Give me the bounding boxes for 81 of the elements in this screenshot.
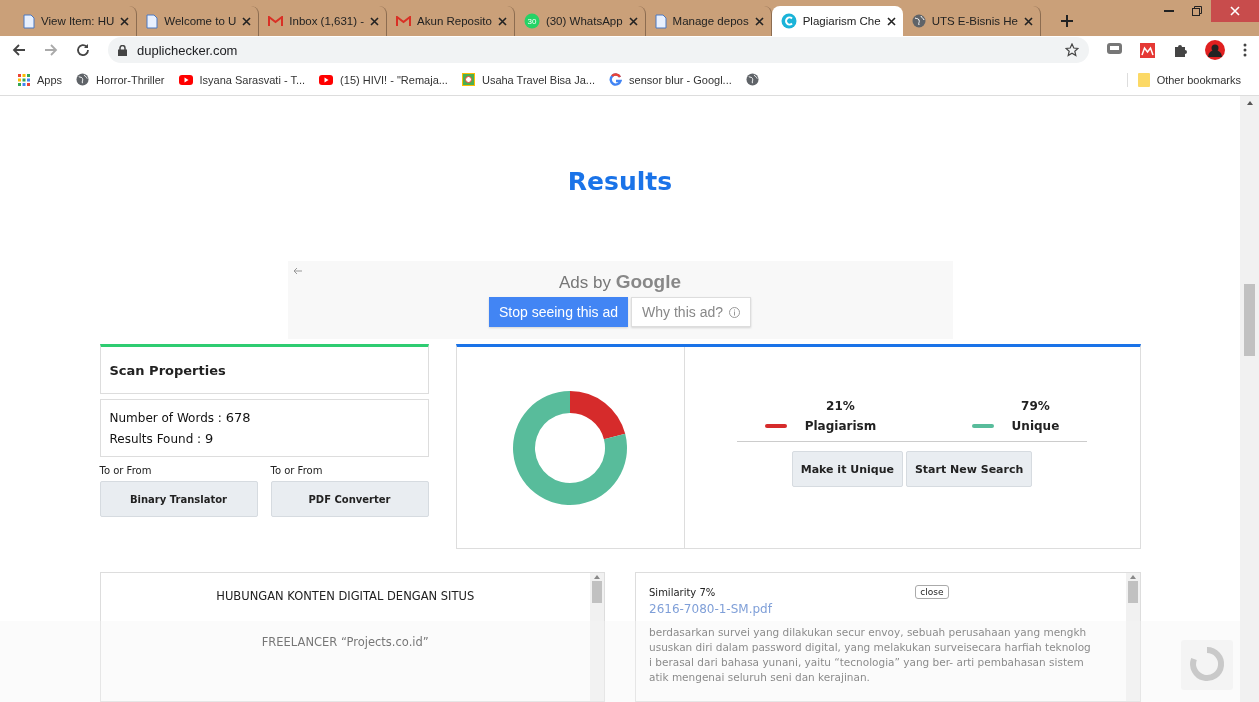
globe-icon xyxy=(745,73,759,86)
scroll-thumb[interactable] xyxy=(1127,581,1138,603)
action-button[interactable]: Start New Search xyxy=(905,451,1033,487)
action-button[interactable]: Make it Unique xyxy=(791,451,903,487)
close-icon[interactable] xyxy=(242,16,252,26)
globe-icon xyxy=(76,73,90,86)
stat-line: Number of Words : 678 xyxy=(109,410,252,425)
url-text: duplichecker.com xyxy=(137,42,239,58)
close-icon[interactable] xyxy=(628,16,638,26)
stop-ad-button[interactable]: Stop seeing this ad xyxy=(489,297,629,328)
multicolor-ring-icon xyxy=(609,73,623,86)
bookmark-link[interactable]: sensor blur - Googl... xyxy=(629,73,732,86)
play-button-icon xyxy=(319,74,334,85)
excerpt-line: i berasal dari bahasa yunani, yaitu “tecnologia” yang ber- arti pembahasan sistem xyxy=(649,655,1085,670)
excerpt-line: atik mengenai seluruh seni dan kerajinan. xyxy=(649,670,871,685)
globe-icon xyxy=(911,14,926,28)
puzzle-piece-icon[interactable] xyxy=(1173,43,1187,57)
mail-icon xyxy=(396,15,412,27)
star-icon[interactable] xyxy=(1065,43,1079,57)
avatar-icon[interactable] xyxy=(1205,40,1225,60)
plus-icon[interactable] xyxy=(1060,15,1073,27)
close-icon[interactable] xyxy=(1023,16,1033,26)
tool-button[interactable]: Binary Translator xyxy=(99,481,258,517)
percent-value: 79% xyxy=(1020,399,1051,413)
back-arrow-icon[interactable] xyxy=(12,43,26,57)
page-scrollbar[interactable] xyxy=(1240,96,1259,702)
bookmark-folder[interactable]: Other bookmarks xyxy=(1156,73,1241,86)
document-icon xyxy=(146,13,159,29)
scroll-thumb[interactable] xyxy=(1244,284,1255,356)
legend-label: Unique xyxy=(1011,419,1060,433)
scroll-up-icon[interactable] xyxy=(1245,100,1254,106)
similarity-label: Similarity 7% xyxy=(649,586,716,598)
close-icon[interactable] xyxy=(370,16,380,26)
browser-tab[interactable]: Plagiarism Che xyxy=(771,6,903,36)
close-button[interactable]: close xyxy=(915,585,949,599)
close-icon[interactable] xyxy=(497,16,507,26)
close-icon[interactable] xyxy=(886,16,896,26)
excerpt-line: ususkan diri dalam password digital, yang melakukan surveisecara harfiah teknolog xyxy=(649,640,1092,655)
tool-caption: To or From xyxy=(270,465,324,476)
legend-label: Plagiarism xyxy=(804,419,877,433)
info-icon xyxy=(729,306,740,318)
reload-icon[interactable] xyxy=(76,43,90,57)
document-icon xyxy=(23,13,35,29)
card-title: Scan Properties xyxy=(108,362,227,380)
close-icon xyxy=(1230,6,1240,16)
close-button[interactable] xyxy=(1211,0,1259,22)
tool-button[interactable]: PDF Converter xyxy=(270,481,429,517)
why-ad-button[interactable]: Why this ad? xyxy=(631,297,751,328)
bookmark-link[interactable]: Usaha Travel Bisa Ja... xyxy=(481,73,596,86)
chat-bubble-icon: 30 xyxy=(523,13,540,29)
excerpt-line: berdasarkan survei yang dilakukan secur envoy, sebuah perusahaan yang mengkh xyxy=(649,625,1088,640)
chat-bubble-icon[interactable] xyxy=(1107,43,1122,57)
address-bar[interactable]: duplichecker.com xyxy=(108,37,1089,63)
close-icon[interactable] xyxy=(754,16,764,26)
folder-icon xyxy=(1137,72,1150,87)
close-icon[interactable] xyxy=(120,16,130,26)
scrollbar[interactable] xyxy=(1125,573,1140,701)
play-button-icon xyxy=(178,74,193,85)
bookmark-link[interactable]: Isyana Sarasvati - T... xyxy=(199,73,306,86)
stat-line: Results Found : 9 xyxy=(109,431,215,446)
more-vertical-icon[interactable] xyxy=(1243,43,1247,57)
page-heading: Results xyxy=(567,167,673,197)
photo-frame-icon xyxy=(461,73,475,86)
grid-icon xyxy=(18,73,30,86)
scroll-thumb[interactable] xyxy=(592,581,602,603)
letter-c-icon xyxy=(780,13,797,29)
percent-value: 21% xyxy=(825,399,856,413)
mail-icon xyxy=(268,15,284,27)
recaptcha-icon xyxy=(1181,640,1233,690)
tool-caption: To or From xyxy=(99,465,153,476)
ad-label: Ads by Google xyxy=(558,271,682,294)
bookmark-link[interactable]: Horror-Thriller xyxy=(96,73,165,86)
document-icon xyxy=(654,13,667,29)
restore-icon[interactable] xyxy=(1192,6,1202,16)
source-text-line: HUBUNGAN KONTEN DIGITAL DENGAN SITUS xyxy=(216,589,475,603)
bookmark-link[interactable]: Apps xyxy=(37,73,63,86)
people-icon[interactable] xyxy=(1140,42,1155,58)
source-text-line: FREELANCER “Projects.co.id” xyxy=(261,635,429,649)
bookmark-link[interactable]: (15) HIVI! - "Remaja... xyxy=(340,73,448,86)
lock-icon xyxy=(118,44,127,56)
scrollbar[interactable] xyxy=(590,573,604,701)
